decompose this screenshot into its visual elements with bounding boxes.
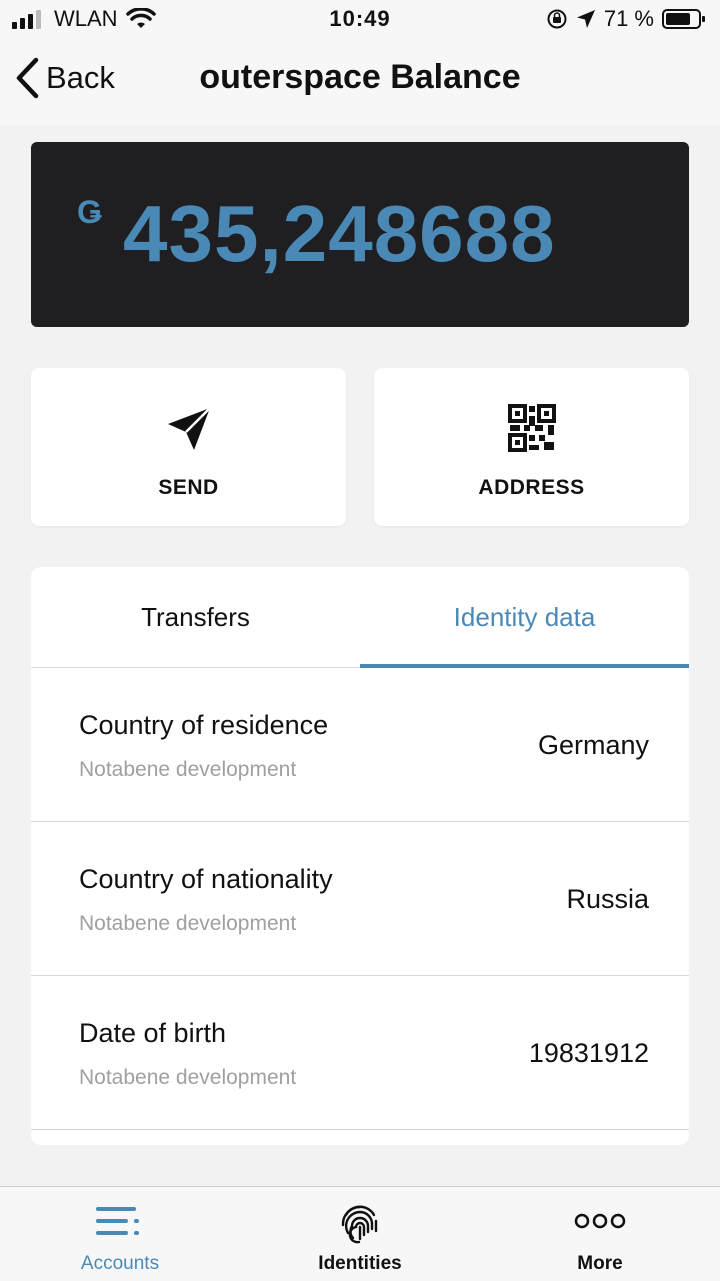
identities-label: Identities — [318, 1253, 402, 1274]
more-icon-wrap — [480, 1201, 720, 1241]
currency-symbol: Ǥ — [77, 194, 102, 230]
accounts-icon-wrap — [0, 1201, 240, 1241]
accounts-list-icon — [96, 1207, 139, 1235]
bottom-tab-accounts[interactable]: Accounts — [0, 1187, 240, 1281]
balance-card: Ǥ 435,248688 — [31, 142, 689, 327]
page-title: outerspace Balance — [199, 58, 521, 96]
qr-code-icon — [507, 404, 556, 452]
identities-icon-wrap — [240, 1201, 480, 1245]
location-arrow-icon — [576, 10, 595, 28]
send-icon — [167, 407, 211, 450]
send-label: SEND — [158, 476, 219, 499]
qr-icon-wrap — [374, 404, 689, 452]
status-bar: WLAN 10:49 71 % — [0, 0, 720, 40]
row-label: Country of nationality — [79, 864, 333, 894]
address-button[interactable]: ADDRESS — [374, 368, 689, 526]
row-label: Country of residence — [79, 710, 329, 740]
tab-identity-data[interactable]: Identity data — [360, 567, 689, 667]
identity-row-nationality[interactable]: Country of nationality Notabene developm… — [31, 822, 689, 976]
row-label: Date of birth — [79, 1018, 227, 1048]
navigation-bar: Back outerspace Balance — [0, 40, 720, 125]
send-icon-wrap — [31, 404, 346, 454]
orientation-lock-icon — [547, 9, 567, 29]
identity-row-birthdate[interactable]: Date of birth Notabene development 19831… — [31, 976, 689, 1130]
row-source: Notabene development — [79, 912, 297, 935]
send-button[interactable]: SEND — [31, 368, 346, 526]
bottom-tab-identities[interactable]: Identities — [240, 1187, 480, 1281]
row-value: Germany — [537, 730, 649, 760]
row-value: Russia — [566, 884, 649, 914]
status-right: 71 % — [546, 6, 706, 32]
bottom-tab-bar: Accounts Identities More — [0, 1186, 720, 1281]
tab-bar: Transfers Identity data — [31, 567, 689, 668]
tab-transfers[interactable]: Transfers — [31, 567, 360, 667]
identity-panel: Transfers Identity data Country of resid… — [31, 567, 689, 1145]
row-source: Notabene development — [79, 1066, 297, 1089]
row-value: 19831912 — [528, 1038, 649, 1068]
battery-percent: 71 % — [603, 6, 654, 31]
fingerprint-icon — [341, 1205, 378, 1244]
address-label: ADDRESS — [478, 476, 585, 499]
more-dots-icon — [574, 1213, 626, 1229]
more-label: More — [577, 1253, 623, 1274]
row-source: Notabene development — [79, 758, 297, 781]
accounts-label: Accounts — [80, 1253, 160, 1274]
bottom-tab-more[interactable]: More — [480, 1187, 720, 1281]
identity-row-residence[interactable]: Country of residence Notabene developmen… — [31, 668, 689, 822]
battery-icon — [662, 9, 705, 29]
balance-amount: 435,248688 — [123, 189, 556, 278]
